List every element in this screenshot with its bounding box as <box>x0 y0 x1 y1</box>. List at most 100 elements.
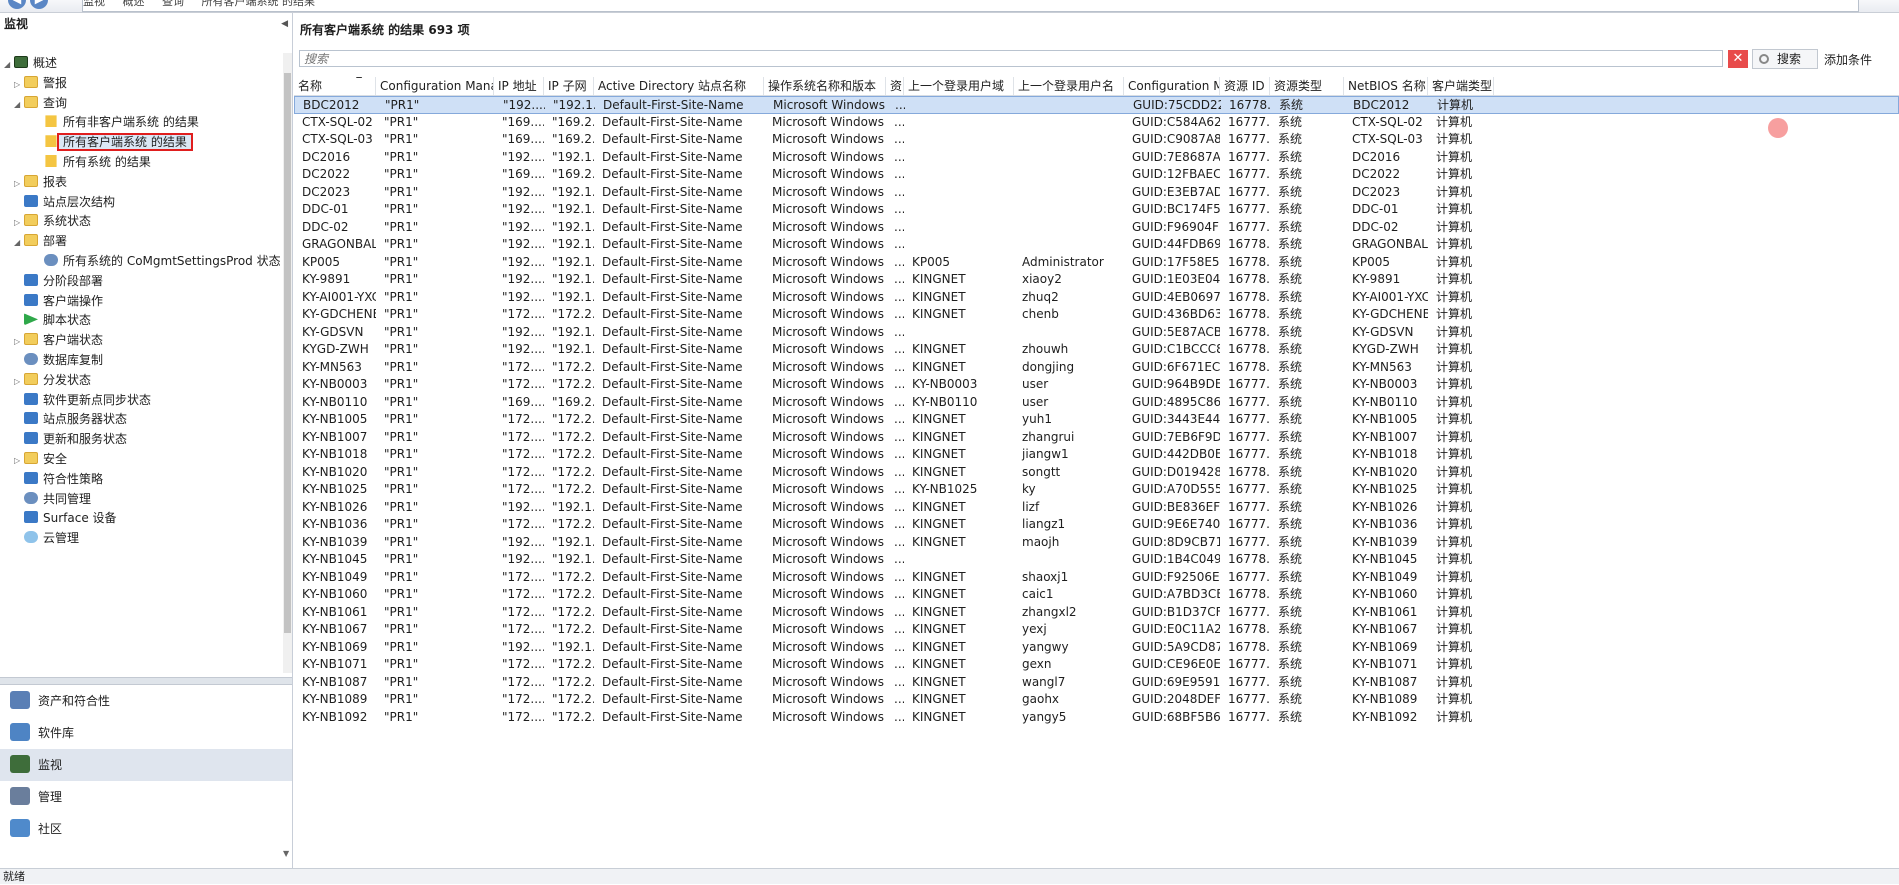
nav-tree-item[interactable]: ◢ 部署 <box>14 231 67 251</box>
workspace-button[interactable]: 社区 <box>0 813 292 845</box>
column-header[interactable]: 上一个登录用户域 <box>904 77 1014 95</box>
nav-tree-item[interactable]: 软件更新点同步状态 <box>14 390 151 410</box>
table-row[interactable]: KY-NB1036 "PR1" "172.... "172.2... Default-F… <box>294 516 1899 534</box>
nav-tree-item[interactable]: 站点服务器状态 <box>14 409 127 429</box>
table-row[interactable]: KY-GDSVN "PR1" "192.... "192.1... Default-Fi… <box>294 324 1899 342</box>
table-row[interactable]: KY-NB1089 "PR1" "172.... "172.2... Default-F… <box>294 691 1899 709</box>
table-row[interactable]: KY-NB1069 "PR1" "192.... "192.1... Default-F… <box>294 639 1899 657</box>
tree-scrollbar-thumb[interactable] <box>284 73 291 633</box>
table-row[interactable]: KY-NB1060 "PR1" "172.... "172.2... Default-F… <box>294 586 1899 604</box>
workspace-button[interactable]: 监视 <box>0 749 292 781</box>
nav-tree-item[interactable]: 站点层次结构 <box>14 192 115 212</box>
collapse-pane-icon[interactable]: ◀ <box>281 13 288 35</box>
table-row[interactable]: KY-NB1026 "PR1" "192.... "192.1... Default-F… <box>294 499 1899 517</box>
nav-tree-item[interactable]: 符合性策略 <box>14 469 103 489</box>
table-row[interactable]: DC2022 "PR1" "169.... "169.2... Default-Firs… <box>294 166 1899 184</box>
table-row[interactable]: KY-NB0003 "PR1" "172.... "172.2... Default-F… <box>294 376 1899 394</box>
table-row[interactable]: KY-NB1045 "PR1" "192.... "192.1... Default-F… <box>294 551 1899 569</box>
nav-tree-item[interactable]: 云管理 <box>14 528 79 548</box>
table-row[interactable]: KY-AI001-YXCP "PR1" "192.... "192.1... Defau… <box>294 289 1899 307</box>
workspace-button[interactable]: 管理 <box>0 781 292 813</box>
table-row[interactable]: KY-NB1067 "PR1" "172.... "172.2... Default-F… <box>294 621 1899 639</box>
column-header[interactable]: 名称 <box>294 77 376 95</box>
nav-tree-item[interactable]: 所有客户端系统 的结果 <box>34 132 193 152</box>
table-row[interactable]: KY-NB1005 "PR1" "172.... "172.2... Default-F… <box>294 411 1899 429</box>
table-row[interactable]: KY-NB0110 "PR1" "169.... "169.2... Default-F… <box>294 394 1899 412</box>
nav-tree-item[interactable]: 脚本状态 <box>14 310 91 330</box>
nav-tree-item[interactable]: Surface 设备 <box>14 508 117 528</box>
breadcrumb-item[interactable]: 所有客户端系统 的结果 <box>202 0 316 8</box>
table-row[interactable]: KY-NB1007 "PR1" "172.... "172.2... Default-F… <box>294 429 1899 447</box>
expand-toggle-icon[interactable]: ◢ <box>14 95 24 115</box>
table-row[interactable]: GRAGONBALL "PR1" "192.... "192.1... Default-… <box>294 236 1899 254</box>
forward-arrow-icon[interactable]: ▶ <box>30 0 48 9</box>
nav-tree-item[interactable]: 共同管理 <box>14 489 91 509</box>
table-cell: "192.1... <box>552 289 594 304</box>
expand-toggle-icon[interactable]: ◢ <box>4 55 14 75</box>
table-row[interactable]: KYGD-ZWH "PR1" "192.... "192.1... Default-Fi… <box>294 341 1899 359</box>
breadcrumb[interactable]: 监视 概述 查询 所有客户端系统 的结果 <box>82 0 1859 12</box>
table-row[interactable]: KY-NB1092 "PR1" "172.... "172.2... Default-F… <box>294 709 1899 727</box>
search-input[interactable] <box>299 50 1723 67</box>
breadcrumb-item[interactable]: 监视 <box>83 0 105 8</box>
nav-tree-item[interactable]: ▷ 警报 <box>14 73 67 93</box>
nav-tree-item[interactable]: 所有非客户端系统 的结果 <box>34 112 199 132</box>
search-button[interactable]: 搜索 <box>1752 49 1818 69</box>
workspace-button[interactable]: 资产和符合性 <box>0 685 292 717</box>
breadcrumb-item[interactable]: 概述 <box>123 0 145 8</box>
add-criteria-link[interactable]: 添加条件 <box>1824 51 1872 68</box>
table-row[interactable]: KY-NB1061 "PR1" "172.... "172.2... Default-F… <box>294 604 1899 622</box>
scroll-down-icon[interactable]: ▼ <box>283 849 289 858</box>
table-row[interactable]: DDC-02 "PR1" "192.... "192.1... Default-Firs… <box>294 219 1899 237</box>
column-header[interactable]: Configuration Mana... <box>376 77 494 95</box>
workspace-button[interactable]: 软件库 <box>0 717 292 749</box>
tree-scrollbar[interactable] <box>283 53 292 673</box>
nav-tree-item[interactable]: 所有系统 的结果 <box>34 152 151 172</box>
table-row[interactable]: KP005 "PR1" "192.... "192.1... Default-First… <box>294 254 1899 272</box>
column-header[interactable]: 资源 ID <box>1220 77 1270 95</box>
table-row[interactable]: KY-NB1025 "PR1" "172.... "172.2... Default-F… <box>294 481 1899 499</box>
table-row[interactable]: CTX-SQL-03 "PR1" "169.... "169.2... Default-… <box>294 131 1899 149</box>
column-header[interactable]: 资 <box>886 77 904 95</box>
nav-tree-item[interactable]: ▷ 客户端状态 <box>14 330 103 350</box>
column-header[interactable]: IP 地址 <box>494 77 544 95</box>
expand-toggle-icon[interactable]: ◢ <box>14 233 24 253</box>
table-row[interactable]: KY-NB1087 "PR1" "172.... "172.2... Default-F… <box>294 674 1899 692</box>
table-row[interactable]: KY-NB1039 "PR1" "192.... "192.1... Default-F… <box>294 534 1899 552</box>
breadcrumb-item[interactable]: 查询 <box>162 0 184 8</box>
nav-tree-item[interactable]: ▷ 报表 <box>14 172 67 192</box>
column-header[interactable]: 客户端类型 <box>1428 77 1494 95</box>
nav-tree-item[interactable]: ◢ 查询 <box>14 93 67 113</box>
table-row[interactable]: KY-NB1071 "PR1" "172.... "172.2... Default-F… <box>294 656 1899 674</box>
table-row[interactable]: KY-NB1018 "PR1" "172.... "172.2... Default-F… <box>294 446 1899 464</box>
table-row[interactable]: DC2023 "PR1" "192.... "192.1... Default-Firs… <box>294 184 1899 202</box>
nav-tree-item[interactable]: 更新和服务状态 <box>14 429 127 449</box>
table-row[interactable]: KY-MN563 "PR1" "172.... "172.2... Default-Fi… <box>294 359 1899 377</box>
nav-splitter[interactable] <box>0 677 292 685</box>
table-row[interactable]: KY-GDCHENB "PR1" "172.... "172.2... Default-… <box>294 306 1899 324</box>
table-row[interactable]: DDC-01 "PR1" "192.... "192.1... Default-Firs… <box>294 201 1899 219</box>
nav-tree-item[interactable]: ◢ 概述 <box>4 53 57 73</box>
nav-tree-item[interactable]: ▷ 分发状态 <box>14 370 91 390</box>
nav-tree-item[interactable]: 数据库复制 <box>14 350 103 370</box>
table-row[interactable]: KY-NB1049 "PR1" "172.... "172.2... Default-F… <box>294 569 1899 587</box>
column-header[interactable]: 资源类型 <box>1270 77 1344 95</box>
column-header[interactable]: 操作系统名称和版本 <box>764 77 886 95</box>
nav-tree-item[interactable]: 分阶段部署 <box>14 271 103 291</box>
table-row[interactable]: DC2016 "PR1" "192.... "192.1... Default-Firs… <box>294 149 1899 167</box>
table-row[interactable]: KY-9891 "PR1" "192.... "192.1... Default-Fir… <box>294 271 1899 289</box>
nav-tree-item[interactable]: ▷ 安全 <box>14 449 67 469</box>
column-header[interactable]: 上一个登录用户名 <box>1014 77 1124 95</box>
table-row[interactable]: CTX-SQL-02 "PR1" "169.... "169.2... Default-… <box>294 114 1899 132</box>
table-row[interactable]: KY-NB1020 "PR1" "172.... "172.2... Default-F… <box>294 464 1899 482</box>
column-header[interactable]: Active Directory 站点名称 <box>594 77 764 95</box>
column-header[interactable]: IP 子网 <box>544 77 594 95</box>
column-header[interactable]: Configuration M... <box>1124 77 1220 95</box>
nav-tree-item[interactable]: ▷ 系统状态 <box>14 211 91 231</box>
clear-search-button[interactable]: ✕ <box>1728 50 1748 68</box>
column-header[interactable]: NetBIOS 名称 <box>1344 77 1428 95</box>
back-arrow-icon[interactable]: ◀ <box>8 0 26 9</box>
nav-tree-item[interactable]: 客户端操作 <box>14 291 103 311</box>
nav-tree-item[interactable]: 所有系统的 CoMgmtSettingsProd 状态 <box>34 251 280 271</box>
table-row[interactable]: BDC2012 "PR1" "192.... "192.1... Default-Fir… <box>294 96 1899 114</box>
